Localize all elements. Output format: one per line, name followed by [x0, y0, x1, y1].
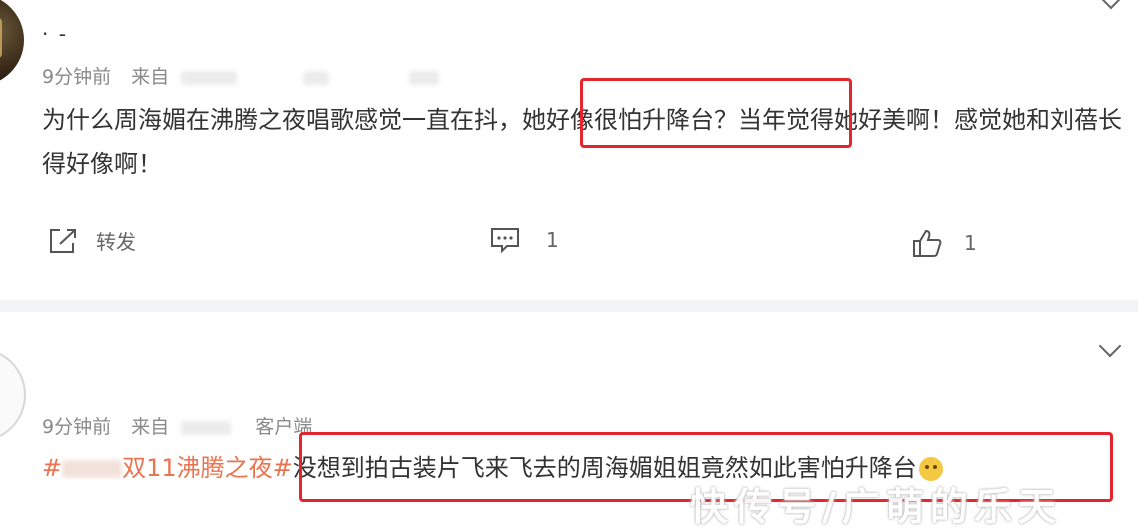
redacted-topic [62, 460, 123, 478]
like-button[interactable]: 1 [912, 228, 977, 258]
post-source-label: 来自 [131, 416, 170, 438]
topic-hashtag[interactable]: # 双11沸腾之夜# [42, 454, 293, 482]
post-source-label: 来自 [131, 66, 170, 88]
avatar[interactable] [0, 348, 26, 442]
card-divider [0, 300, 1138, 312]
post-meta: 9分钟前 来自 [42, 62, 440, 89]
action-bar: 转发 1 1 [0, 222, 1138, 262]
share-button[interactable]: 转发 [48, 226, 136, 255]
redacted-source [181, 420, 232, 435]
topic-hash: # [42, 454, 63, 482]
watermark: 快传号/广萌的乐天 [690, 485, 1062, 529]
thumbs-up-icon [913, 229, 942, 257]
comment-count: 1 [546, 228, 559, 252]
username[interactable]: · - [42, 22, 68, 46]
redacted-source [181, 70, 238, 85]
comment-icon [491, 228, 519, 254]
comment-button[interactable]: 1 [490, 226, 559, 254]
post-meta: 9分钟前 来自 客户端 [42, 412, 312, 439]
comment-card-1: · - 9分钟前 来自 为什么周海媚在沸腾之夜唱歌感觉一直在抖，她好像很怕升降台… [0, 0, 1138, 300]
redacted-source [409, 70, 440, 85]
topic-label: 双11沸腾之夜# [122, 454, 293, 482]
post-time: 9分钟前 [42, 416, 112, 438]
highlight-box [580, 78, 852, 148]
share-label: 转发 [96, 230, 136, 254]
redacted-source [303, 70, 330, 85]
avatar[interactable] [0, 0, 24, 86]
post-time: 9分钟前 [42, 66, 112, 88]
avatar-image [0, 18, 2, 58]
chevron-down-icon[interactable] [1099, 0, 1123, 10]
chevron-down-icon[interactable] [1098, 334, 1122, 358]
share-icon [50, 228, 76, 253]
like-count: 1 [964, 231, 977, 255]
